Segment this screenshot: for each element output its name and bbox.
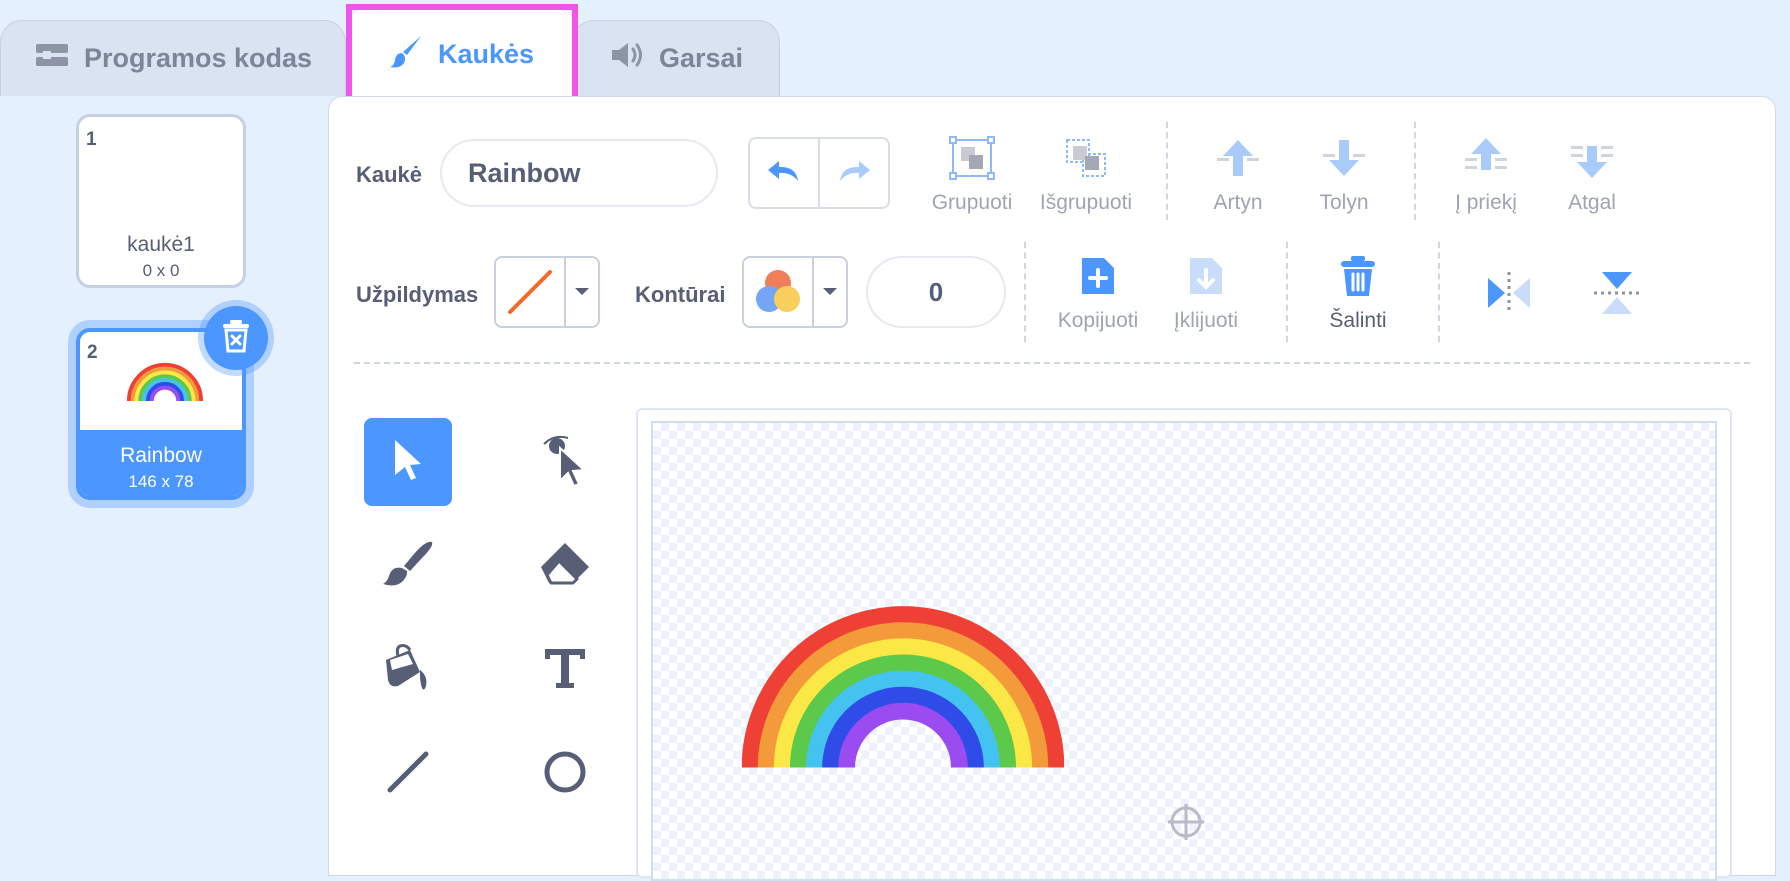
eraser-icon: [537, 539, 593, 594]
outline-width-input[interactable]: 0: [866, 256, 1006, 328]
costume-name-input[interactable]: [440, 139, 718, 207]
group-button[interactable]: Grupuoti: [912, 136, 1032, 215]
delete-label: Šalinti: [1329, 309, 1387, 332]
tab-code[interactable]: Programos kodas: [0, 20, 346, 96]
delete-button[interactable]: Šalinti: [1298, 254, 1418, 333]
costume-name: kaukė1: [127, 233, 195, 256]
toolbar-separator: [1438, 242, 1440, 342]
trash-icon: [221, 319, 251, 358]
text-t-icon: [542, 645, 588, 696]
flip-horizontal-button[interactable]: [1484, 270, 1534, 316]
flip-vertical-icon: [1592, 272, 1642, 320]
arrow-up-icon: [1215, 136, 1261, 185]
toolbar-separator: [1286, 242, 1288, 342]
code-blocks-icon: [34, 42, 70, 75]
outline-swatch: [744, 258, 814, 326]
costume-size: 0 x 0: [142, 261, 180, 280]
text-tool[interactable]: [521, 626, 609, 714]
paint-bucket-icon: [380, 642, 436, 699]
line-icon: [384, 748, 432, 801]
undo-icon: [766, 157, 802, 190]
rainbow-band: [149, 385, 181, 402]
paintbrush-icon: [389, 33, 424, 76]
ungroup-icon: [1063, 136, 1109, 185]
tab-costumes[interactable]: Kaukės: [346, 8, 578, 100]
rainbow-drawing[interactable]: [742, 606, 1064, 768]
fill-label: Užpildymas: [356, 282, 479, 307]
fill-color-dropdown[interactable]: [494, 256, 600, 328]
paste-label: Įklijuoti: [1173, 309, 1239, 332]
send-to-back-icon: [1569, 136, 1615, 185]
group-label: Grupuoti: [931, 191, 1013, 214]
circle-icon: [541, 748, 589, 801]
copy-icon: [1078, 254, 1118, 303]
tab-code-label: Programos kodas: [83, 43, 313, 73]
outline-color-dropdown[interactable]: [742, 256, 848, 328]
undo-button[interactable]: [750, 139, 820, 207]
tab-sounds[interactable]: Garsai: [572, 20, 780, 96]
arrow-cursor-icon: [389, 437, 427, 488]
front-button[interactable]: Į priekį: [1426, 136, 1546, 215]
rainbow-band: [838, 702, 968, 768]
speaker-icon: [609, 40, 645, 77]
redo-icon: [836, 157, 872, 190]
back-label: Atgal: [1568, 191, 1616, 214]
costume-name-label: Kaukė: [356, 162, 423, 187]
eraser-tool[interactable]: [521, 522, 609, 610]
line-tool[interactable]: [364, 730, 452, 818]
circle-tool[interactable]: [521, 730, 609, 818]
paste-icon: [1186, 254, 1226, 303]
reshape-tool[interactable]: [521, 418, 609, 506]
ungroup-button[interactable]: Išgrupuoti: [1026, 136, 1146, 215]
toolbar-separator: [1414, 122, 1416, 220]
undo-redo-group: [748, 137, 890, 209]
front-label: Į priekį: [1455, 191, 1517, 214]
chevron-down-icon: [814, 258, 846, 326]
crosshair-center-icon: [1166, 802, 1206, 842]
tab-sounds-label: Garsai: [658, 43, 744, 73]
chevron-down-icon: [566, 258, 598, 326]
backward-button[interactable]: Tolyn: [1284, 136, 1404, 215]
copy-label: Kopijuoti: [1057, 309, 1139, 332]
costume-number: 2: [87, 342, 98, 363]
bring-to-front-icon: [1463, 136, 1509, 185]
copy-button[interactable]: Kopijuoti: [1038, 254, 1158, 333]
toolbar-divider: [354, 362, 1750, 364]
select-tool[interactable]: [364, 418, 452, 506]
fill-swatch: [496, 258, 566, 326]
ungroup-label: Išgrupuoti: [1039, 191, 1133, 214]
delete-costume-button[interactable]: [204, 306, 268, 370]
redo-button[interactable]: [820, 139, 888, 207]
brush-icon: [380, 538, 436, 595]
brush-tool[interactable]: [364, 522, 452, 610]
back-button[interactable]: Atgal: [1532, 136, 1652, 215]
costume-name: Rainbow: [120, 444, 202, 467]
rainbow-thumbnail: [127, 363, 203, 402]
costume-size: 146 x 78: [128, 472, 194, 491]
trash-icon: [1339, 254, 1377, 303]
outline-label: Kontūrai: [635, 282, 726, 307]
fill-tool[interactable]: [364, 626, 452, 714]
tab-costumes-label: Kaukės: [437, 38, 535, 69]
costume-item-1[interactable]: 1 kaukė1 0 x 0: [76, 114, 246, 288]
backward-label: Tolyn: [1319, 191, 1369, 214]
group-icon: [949, 136, 995, 185]
forward-button[interactable]: Artyn: [1178, 136, 1298, 215]
forward-label: Artyn: [1213, 191, 1263, 214]
costume-number: 1: [86, 129, 97, 150]
toolbar-separator: [1024, 242, 1026, 342]
paste-button[interactable]: Įklijuoti: [1146, 254, 1266, 333]
flip-horizontal-icon: [1484, 272, 1534, 320]
flip-vertical-button[interactable]: [1592, 270, 1642, 316]
arrow-down-icon: [1321, 136, 1367, 185]
reshape-icon: [540, 432, 590, 493]
toolbar-separator: [1166, 122, 1168, 220]
